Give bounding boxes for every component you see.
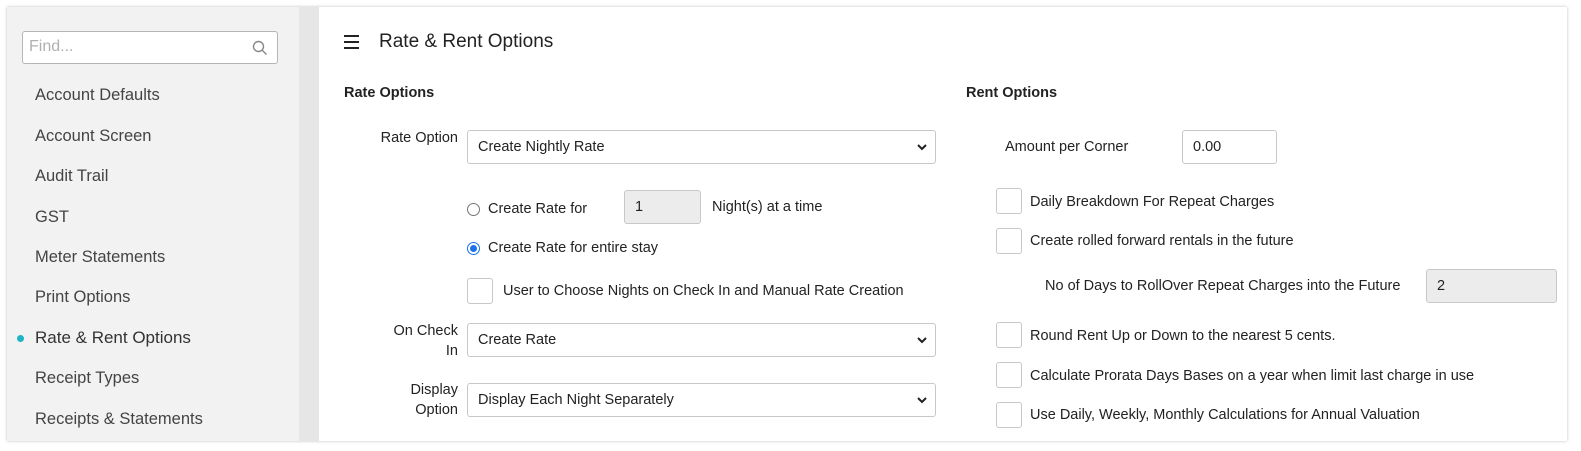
user-choose-nights-label: User to Choose Nights on Check In and Ma… — [503, 283, 904, 299]
sidebar-item-rate-rent-options[interactable]: Rate & Rent Options — [35, 328, 191, 348]
daily-breakdown-label: Daily Breakdown For Repeat Charges — [1030, 194, 1275, 210]
prorata-label: Calculate Prorata Days Bases on a year w… — [1030, 368, 1475, 384]
prorata-checkbox[interactable] — [996, 362, 1022, 388]
sidebar-search — [22, 31, 278, 64]
create-rate-entire-stay-label: Create Rate for entire stay — [488, 240, 659, 256]
annual-valuation-label: Use Daily, Weekly, Monthly Calculations … — [1030, 407, 1420, 423]
create-rate-for-label: Create Rate for — [488, 201, 588, 217]
daily-breakdown-checkbox[interactable] — [996, 188, 1022, 214]
create-rate-entire-stay-radio[interactable] — [467, 242, 480, 255]
display-option-label: Display Option — [410, 382, 458, 418]
sidebar-item-gst[interactable]: GST — [35, 208, 69, 227]
hamburger-menu-icon[interactable] — [344, 35, 359, 49]
sidebar-item-receipts-statements[interactable]: Receipts & Statements — [35, 410, 203, 429]
rollover-days-input[interactable] — [1426, 269, 1557, 303]
sidebar-item-account-screen[interactable]: Account Screen — [35, 127, 151, 146]
rollover-days-label: No of Days to RollOver Repeat Charges in… — [1045, 278, 1401, 294]
on-check-in-value: Create Rate — [478, 332, 557, 348]
sidebar-divider — [299, 7, 319, 441]
chevron-down-icon — [917, 337, 927, 344]
on-check-in-select[interactable]: Create Rate — [467, 323, 936, 357]
sidebar-item-print-options[interactable]: Print Options — [35, 288, 130, 307]
sidebar-item-meter-statements[interactable]: Meter Statements — [35, 248, 165, 267]
rate-option-select[interactable]: Create Nightly Rate — [467, 130, 936, 164]
search-input[interactable] — [23, 32, 244, 62]
rate-option-value: Create Nightly Rate — [478, 139, 605, 155]
nights-input[interactable] — [624, 190, 701, 224]
rolled-forward-checkbox[interactable] — [996, 228, 1022, 254]
nights-suffix-label: Night(s) at a time — [712, 199, 823, 215]
rate-options-heading: Rate Options — [344, 85, 435, 101]
chevron-down-icon — [917, 397, 927, 404]
round-rent-label: Round Rent Up or Down to the nearest 5 c… — [1030, 328, 1336, 344]
round-rent-checkbox[interactable] — [996, 322, 1022, 348]
rent-options-heading: Rent Options — [966, 85, 1058, 101]
display-option-value: Display Each Night Separately — [478, 392, 674, 408]
sidebar-item-audit-trail[interactable]: Audit Trail — [35, 167, 108, 186]
sidebar-item-account-defaults[interactable]: Account Defaults — [35, 86, 160, 105]
sidebar-item-receipt-types[interactable]: Receipt Types — [35, 369, 139, 388]
page-title: Rate & Rent Options — [379, 31, 554, 52]
search-icon[interactable] — [252, 40, 268, 56]
active-indicator-dot — [17, 335, 24, 342]
chevron-down-icon — [917, 144, 927, 151]
on-check-in-label: On Check In — [393, 323, 458, 359]
create-rate-for-radio[interactable] — [467, 203, 480, 216]
rate-option-label: Rate Option — [380, 130, 458, 146]
display-option-select[interactable]: Display Each Night Separately — [467, 383, 936, 417]
amount-per-corner-input[interactable] — [1182, 130, 1277, 164]
rolled-forward-label: Create rolled forward rentals in the fut… — [1030, 233, 1294, 249]
amount-per-corner-label: Amount per Corner — [1005, 139, 1129, 155]
user-choose-nights-checkbox[interactable] — [467, 278, 493, 304]
annual-valuation-checkbox[interactable] — [996, 402, 1022, 428]
